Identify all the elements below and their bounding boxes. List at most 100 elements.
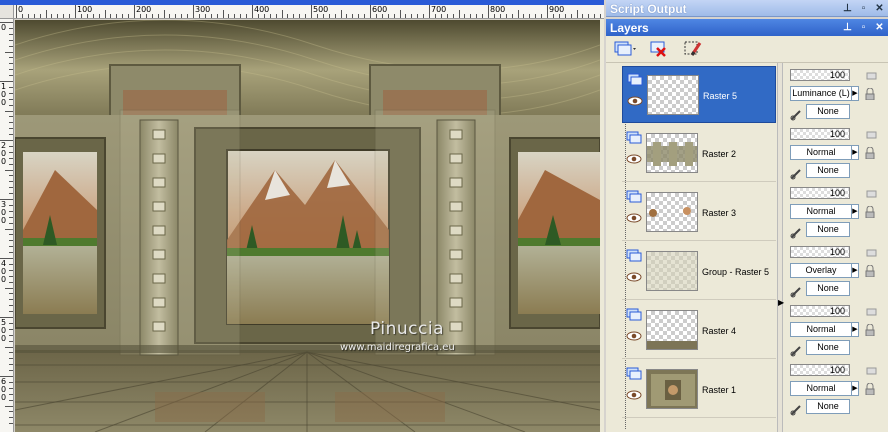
ruler-label: 6 0 0 — [1, 377, 7, 402]
image-vertical-scrollbar[interactable] — [600, 19, 604, 432]
ruler-minor-tick — [9, 145, 13, 147]
pin-icon[interactable]: ⊥ — [842, 22, 853, 33]
blend-mode-dropdown[interactable]: Overlay — [790, 263, 852, 278]
brush-icon[interactable] — [790, 402, 804, 416]
lock-icon[interactable] — [864, 206, 876, 218]
layers-toolbar — [606, 36, 888, 63]
restore-icon[interactable]: ▫ — [858, 3, 869, 14]
chevron-right-icon[interactable]: ▶ — [852, 145, 859, 160]
opacity-slider[interactable]: 100 — [790, 246, 850, 258]
ruler-minor-tick — [393, 14, 395, 18]
ruler-minor-tick — [9, 86, 13, 88]
mask-dropdown[interactable]: None — [806, 281, 850, 296]
edit-selection-icon[interactable] — [682, 39, 704, 59]
ruler-minor-tick — [80, 14, 82, 18]
eye-icon[interactable] — [627, 96, 643, 106]
image-canvas[interactable]: Pinuccia www.maidiregrafica.eu — [15, 20, 600, 432]
layer-name: Group - Raster 5 — [702, 267, 770, 277]
eye-icon[interactable] — [626, 154, 642, 164]
eye-icon[interactable] — [626, 390, 642, 400]
blend-mode-dropdown[interactable]: Normal — [790, 322, 852, 337]
brush-icon[interactable] — [790, 225, 804, 239]
chevron-right-icon[interactable]: ▶ — [852, 86, 859, 101]
ruler-minor-tick — [9, 334, 13, 336]
brush-icon[interactable] — [790, 284, 804, 298]
chevron-right-icon[interactable]: ▶ — [852, 322, 859, 337]
opacity-slider[interactable]: 100 — [790, 187, 850, 199]
link-icon[interactable] — [866, 188, 878, 199]
blend-mode-dropdown[interactable]: Normal — [790, 145, 852, 160]
chevron-right-icon[interactable]: ▶ — [852, 204, 859, 219]
ruler-minor-tick — [9, 75, 13, 77]
ruler-minor-tick — [21, 14, 23, 18]
delete-layer-icon[interactable] — [648, 39, 670, 59]
blend-mode-dropdown[interactable]: Normal — [790, 381, 852, 396]
lock-icon[interactable] — [864, 383, 876, 395]
new-layer-icon[interactable] — [612, 39, 636, 59]
ruler-label: 300 — [195, 5, 211, 14]
close-icon[interactable]: ✕ — [874, 3, 885, 14]
blend-mode-dropdown[interactable]: Normal — [790, 204, 852, 219]
mask-dropdown[interactable]: None — [806, 222, 850, 237]
lock-icon[interactable] — [864, 265, 876, 277]
mask-dropdown[interactable]: None — [806, 163, 850, 178]
mask-dropdown[interactable]: None — [806, 104, 850, 119]
ruler-minor-tick — [222, 10, 224, 18]
lock-icon[interactable] — [864, 88, 876, 100]
layer-row[interactable]: Raster 5 — [622, 66, 776, 123]
restore-icon[interactable]: ▫ — [858, 22, 869, 33]
ruler-minor-tick — [139, 14, 141, 18]
blend-mode-dropdown[interactable]: Luminance (L) — [790, 86, 852, 101]
ruler-minor-tick — [9, 252, 13, 254]
layer-row[interactable]: Raster 3 — [622, 184, 776, 241]
ruler-minor-tick — [9, 210, 13, 212]
brush-icon[interactable] — [790, 343, 804, 357]
mask-dropdown[interactable]: None — [806, 340, 850, 355]
eye-icon[interactable] — [626, 272, 642, 282]
mask-value: None — [817, 342, 839, 352]
close-icon[interactable]: ✕ — [874, 22, 885, 33]
ruler-minor-tick — [517, 10, 519, 18]
layer-row[interactable]: Raster 2 — [622, 125, 776, 182]
ruler-minor-tick — [9, 163, 13, 165]
group-layer-icon — [626, 249, 642, 262]
image-window: 0 100 200 300 400 500 600 700 800 900 0 1 0 0 2 0 0… — [0, 0, 604, 432]
chevron-right-icon[interactable]: ▶ — [852, 381, 859, 396]
brush-icon[interactable] — [790, 107, 804, 121]
ruler-minor-tick — [9, 352, 13, 354]
lock-icon[interactable] — [864, 147, 876, 159]
layer-name: Raster 4 — [702, 326, 737, 336]
chevron-right-icon[interactable]: ▶ — [852, 263, 859, 278]
ruler-minor-tick — [358, 14, 360, 18]
splitter-arrow-icon[interactable]: ▶ — [778, 288, 784, 318]
link-icon[interactable] — [866, 129, 878, 140]
layer-properties-row: 100 Overlay ▶ None — [788, 243, 888, 300]
ruler-minor-tick — [9, 104, 13, 106]
ruler-minor-tick — [57, 14, 59, 18]
ruler-minor-tick — [9, 69, 13, 71]
ruler-minor-tick — [594, 14, 596, 18]
opacity-slider[interactable]: 100 — [790, 305, 850, 317]
lock-icon[interactable] — [864, 324, 876, 336]
layer-row[interactable]: Raster 4 — [622, 302, 776, 359]
brush-icon[interactable] — [790, 166, 804, 180]
layer-row[interactable]: Group - Raster 5 — [622, 243, 776, 300]
panel-splitter[interactable] — [777, 63, 783, 432]
link-icon[interactable] — [866, 306, 878, 317]
eye-icon[interactable] — [626, 213, 642, 223]
link-icon[interactable] — [866, 365, 878, 376]
eye-icon[interactable] — [626, 331, 642, 341]
ruler-top: 0 100 200 300 400 500 600 700 800 900 — [14, 5, 604, 19]
opacity-slider[interactable]: 100 — [790, 128, 850, 140]
pin-icon[interactable]: ⊥ — [842, 3, 853, 14]
ruler-minor-tick — [452, 14, 454, 18]
ruler-minor-tick — [187, 14, 189, 18]
opacity-slider[interactable]: 100 — [790, 69, 850, 81]
opacity-slider[interactable]: 100 — [790, 364, 850, 376]
link-icon[interactable] — [866, 247, 878, 258]
ruler-minor-tick — [204, 14, 206, 18]
link-icon[interactable] — [866, 70, 878, 81]
layer-row[interactable]: Raster 1 — [622, 361, 776, 418]
mask-dropdown[interactable]: None — [806, 399, 850, 414]
layer-properties-row: 100 Normal ▶ None — [788, 125, 888, 182]
